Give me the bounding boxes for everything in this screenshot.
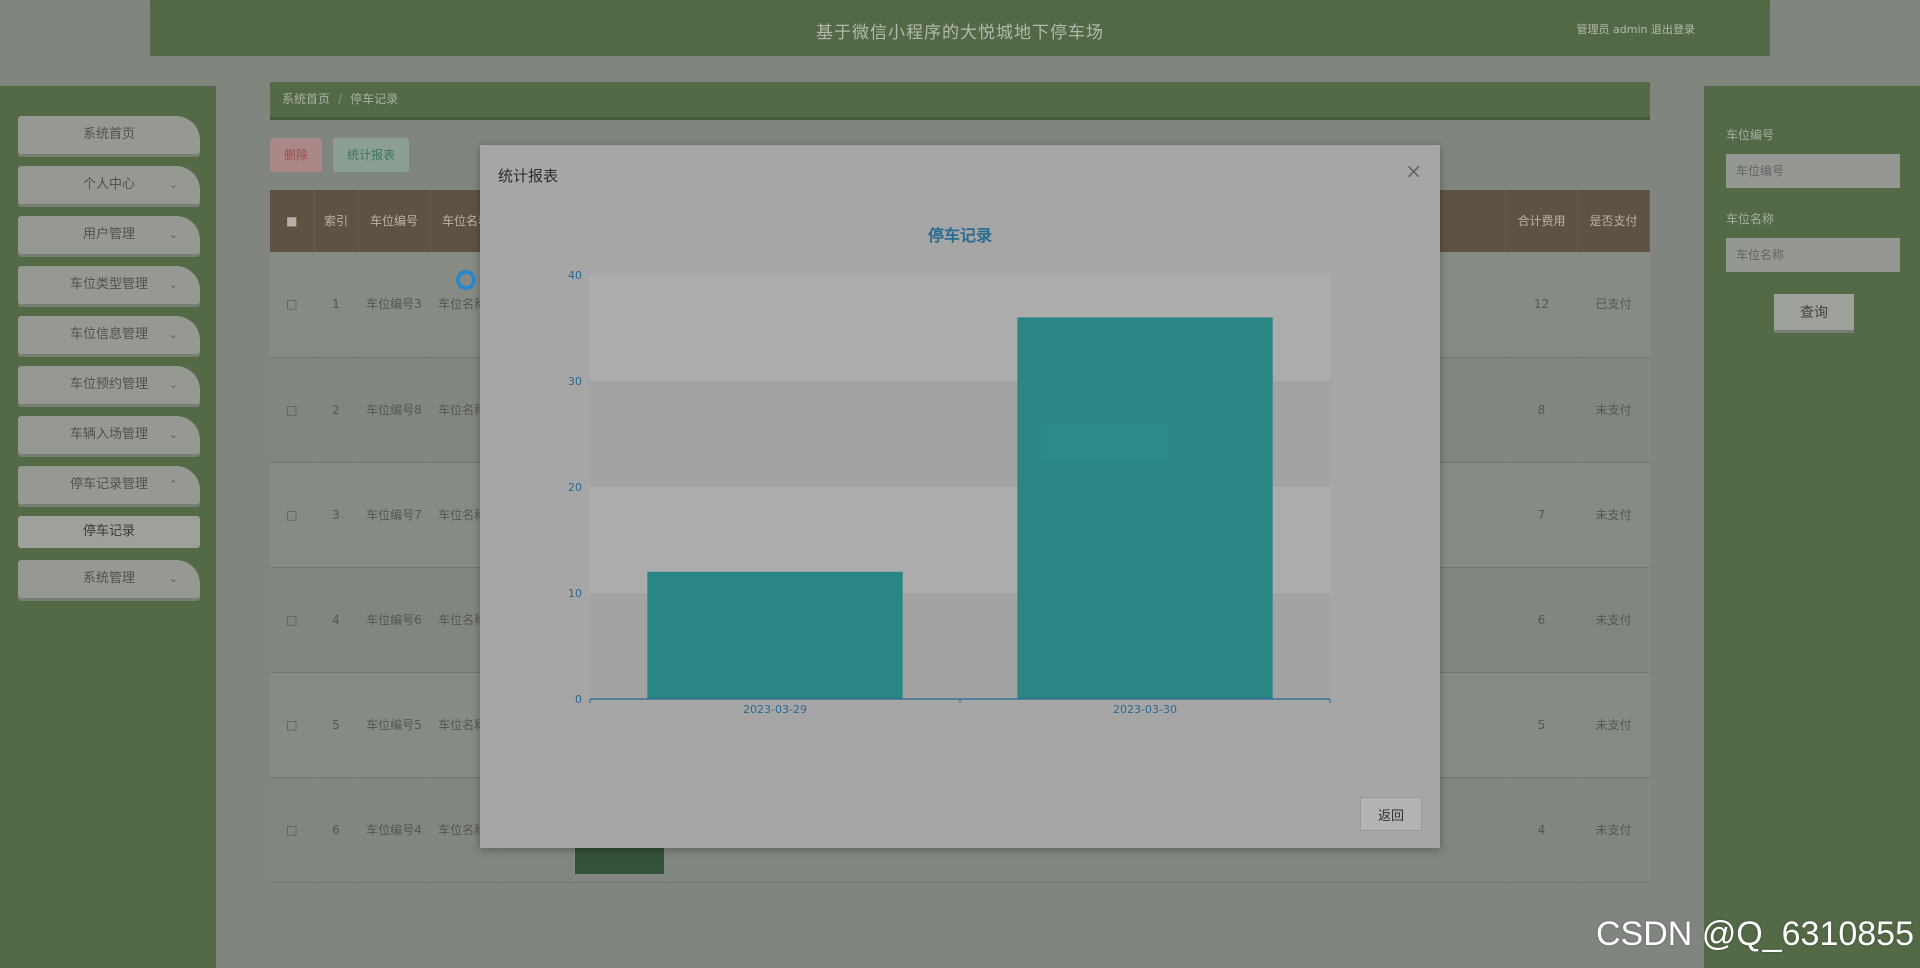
back-button[interactable]: 返回 xyxy=(1360,797,1422,831)
y-tick-label: 0 xyxy=(575,693,582,706)
chart-tooltip xyxy=(1041,423,1169,463)
chart-bar xyxy=(647,571,903,699)
x-tick-label: 2023-03-30 xyxy=(1113,703,1177,716)
bar-chart: 0 10 20 30 40 2023-03-29 2023-03-30 xyxy=(568,269,1331,716)
y-tick-label: 10 xyxy=(568,587,582,600)
x-tick-label: 2023-03-29 xyxy=(743,703,807,716)
y-tick-label: 30 xyxy=(568,375,582,388)
watermark: CSDN @Q_6310855 xyxy=(1595,915,1914,953)
y-tick-label: 40 xyxy=(568,269,582,282)
loading-cursor-icon xyxy=(456,270,476,290)
y-tick-label: 20 xyxy=(568,481,582,494)
stats-report-modal: 统计报表 × 停车记录 0 10 20 30 40 2023-03-29 2023-03-3… xyxy=(480,145,1440,848)
chart-bar xyxy=(1017,317,1273,699)
